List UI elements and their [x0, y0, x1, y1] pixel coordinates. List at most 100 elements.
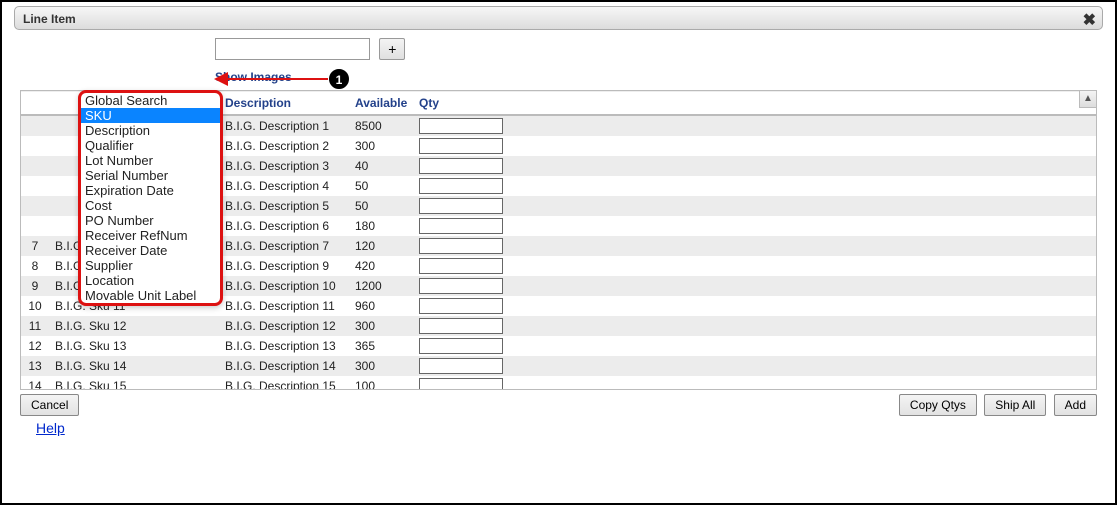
cell-available: 300: [349, 356, 413, 376]
qty-input[interactable]: [419, 198, 503, 214]
cell-available: 8500: [349, 115, 413, 136]
dropdown-option[interactable]: Movable Unit Label: [81, 288, 220, 303]
qty-input[interactable]: [419, 318, 503, 334]
qty-input[interactable]: [419, 338, 503, 354]
qty-input[interactable]: [419, 298, 503, 314]
cell-available: 50: [349, 196, 413, 216]
callout-number: 1: [328, 68, 350, 90]
table-row[interactable]: 11B.I.G. Sku 12B.I.G. Description 12300: [21, 316, 1096, 336]
dropdown-option[interactable]: Expiration Date: [81, 183, 220, 198]
cell-qty: [413, 236, 513, 256]
cell-rownum: 10: [21, 296, 49, 316]
table-row[interactable]: 12B.I.G. Sku 13 B.I.G. Description 13365: [21, 336, 1096, 356]
callout-arrow: [228, 78, 328, 80]
cell-rownum: [21, 115, 49, 136]
cell-qty: [413, 296, 513, 316]
dropdown-option[interactable]: PO Number: [81, 213, 220, 228]
cell-description: B.I.G. Description 9: [219, 256, 349, 276]
cell-available: 960: [349, 296, 413, 316]
cell-available: 420: [349, 256, 413, 276]
cell-rownum: [21, 136, 49, 156]
dialog-title: Line Item: [23, 12, 76, 26]
cell-qty: [413, 196, 513, 216]
cell-qualifier: [149, 376, 219, 390]
dropdown-option[interactable]: Receiver Date: [81, 243, 220, 258]
cell-rownum: [21, 156, 49, 176]
cell-qty: [413, 136, 513, 156]
cell-rownum: 12: [21, 336, 49, 356]
qty-input[interactable]: [419, 138, 503, 154]
search-field-dropdown[interactable]: Global SearchSKUDescriptionQualifierLot …: [78, 90, 223, 306]
qty-input[interactable]: [419, 118, 503, 134]
col-header-description[interactable]: Description: [219, 92, 349, 116]
qty-input[interactable]: [419, 378, 503, 390]
cell-qty: [413, 156, 513, 176]
dropdown-option[interactable]: SKU: [81, 108, 220, 123]
dropdown-option[interactable]: Location: [81, 273, 220, 288]
table-row[interactable]: 14B.I.G. Sku 15B.I.G. Description 15100: [21, 376, 1096, 390]
cell-description: B.I.G. Description 13: [219, 336, 349, 356]
col-header-available[interactable]: Available: [349, 92, 413, 116]
dropdown-option[interactable]: Qualifier: [81, 138, 220, 153]
qty-input[interactable]: [419, 238, 503, 254]
scroll-up-icon[interactable]: ▲: [1079, 91, 1096, 108]
dropdown-option[interactable]: Supplier: [81, 258, 220, 273]
cell-description: B.I.G. Description 1: [219, 115, 349, 136]
cell-description: B.I.G. Description 3: [219, 156, 349, 176]
cell-sku: B.I.G. Sku 14: [49, 356, 149, 376]
cell-qty: [413, 356, 513, 376]
show-images-link[interactable]: Show Images: [20, 70, 1097, 84]
copy-qtys-button[interactable]: Copy Qtys: [899, 394, 977, 416]
cell-description: B.I.G. Description 6: [219, 216, 349, 236]
qty-input[interactable]: [419, 158, 503, 174]
qty-input[interactable]: [419, 358, 503, 374]
cell-rownum: [21, 176, 49, 196]
cell-rownum: 14: [21, 376, 49, 390]
add-button[interactable]: Add: [1054, 394, 1097, 416]
cell-description: B.I.G. Description 10: [219, 276, 349, 296]
cell-qty: [413, 316, 513, 336]
cell-qty: [413, 115, 513, 136]
cell-sku: B.I.G. Sku 15: [49, 376, 149, 390]
qty-input[interactable]: [419, 278, 503, 294]
dropdown-option[interactable]: Description: [81, 123, 220, 138]
cell-rownum: 9: [21, 276, 49, 296]
help-link[interactable]: Help: [14, 416, 65, 436]
cell-qty: [413, 376, 513, 390]
col-header-qty[interactable]: Qty: [413, 92, 513, 116]
col-header-row[interactable]: [21, 92, 49, 116]
qty-input[interactable]: [419, 258, 503, 274]
dropdown-option[interactable]: Lot Number: [81, 153, 220, 168]
cell-available: 100: [349, 376, 413, 390]
cell-description: B.I.G. Description 7: [219, 236, 349, 256]
cell-description: B.I.G. Description 11: [219, 296, 349, 316]
qty-input[interactable]: [419, 218, 503, 234]
cell-available: 1200: [349, 276, 413, 296]
table-row[interactable]: 13B.I.G. Sku 14B.I.G. Description 14300: [21, 356, 1096, 376]
cell-qty: [413, 276, 513, 296]
search-input[interactable]: [215, 38, 370, 60]
qty-input[interactable]: [419, 178, 503, 194]
dropdown-option[interactable]: Cost: [81, 198, 220, 213]
dropdown-option[interactable]: Global Search: [81, 93, 220, 108]
cell-sku: B.I.G. Sku 13: [49, 336, 149, 356]
cell-available: 50: [349, 176, 413, 196]
dropdown-option[interactable]: Serial Number: [81, 168, 220, 183]
cell-description: B.I.G. Description 12: [219, 316, 349, 336]
cancel-button[interactable]: Cancel: [20, 394, 79, 416]
cell-qty: [413, 336, 513, 356]
cell-available: 120: [349, 236, 413, 256]
dropdown-option[interactable]: Receiver RefNum: [81, 228, 220, 243]
ship-all-button[interactable]: Ship All: [984, 394, 1046, 416]
cell-available: 365: [349, 336, 413, 356]
cell-available: 180: [349, 216, 413, 236]
cell-qty: [413, 176, 513, 196]
cell-rownum: [21, 216, 49, 236]
cell-qualifier: [149, 336, 219, 356]
add-criteria-button[interactable]: +: [379, 38, 405, 60]
cell-description: B.I.G. Description 14: [219, 356, 349, 376]
cell-qualifier: [149, 316, 219, 336]
cell-sku: B.I.G. Sku 12: [49, 316, 149, 336]
cell-description: B.I.G. Description 5: [219, 196, 349, 216]
cell-qty: [413, 216, 513, 236]
